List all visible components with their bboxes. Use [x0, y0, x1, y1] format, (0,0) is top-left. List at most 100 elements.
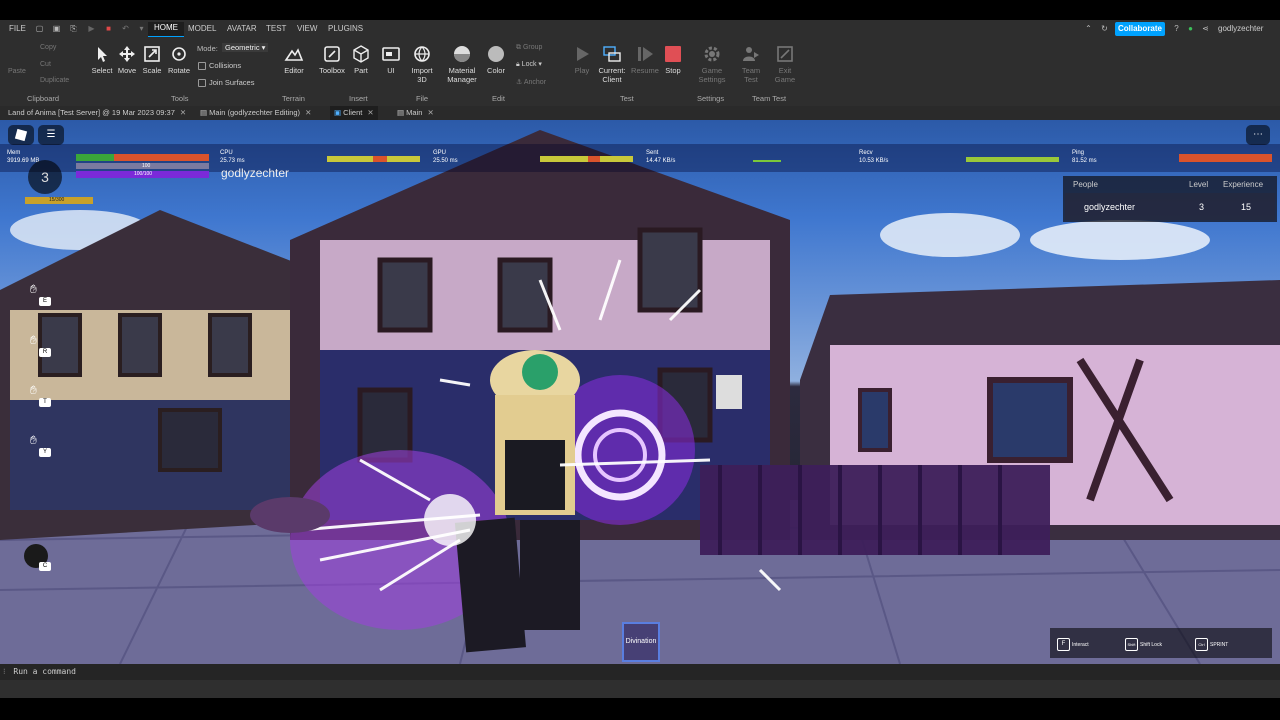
close-icon[interactable]: ✕	[180, 108, 186, 117]
scale-icon	[144, 46, 160, 62]
close-icon[interactable]: ✕	[305, 108, 311, 117]
tab-test-server[interactable]: Land of Anima [Test Server] @ 19 Mar 202…	[4, 106, 190, 120]
exit-game-button[interactable]: Exit Game	[770, 44, 800, 84]
close-icon[interactable]: ✕	[427, 108, 433, 117]
duplicate-button[interactable]: Duplicate	[40, 77, 69, 84]
file-menu[interactable]: FILE	[9, 24, 26, 33]
ellipsis-icon: ⋯	[1253, 129, 1263, 140]
lock-button[interactable]: 🔒︎ Lock ▾	[516, 60, 542, 69]
save-icon[interactable]: ▣	[52, 24, 61, 33]
collisions-checkbox[interactable]: Collisions	[198, 61, 241, 71]
close-icon[interactable]: ✕	[367, 108, 373, 117]
more-options-button[interactable]: ⋯	[1246, 125, 1270, 145]
player-row[interactable]: godlyzechter 3 15	[1065, 193, 1275, 220]
help-icon[interactable]: ?	[1172, 24, 1181, 33]
command-input[interactable]: Run a command	[13, 667, 76, 676]
mana-bar: 100	[76, 163, 209, 169]
game-viewport[interactable]: Mem 3919.69 MB CPU 25.73 ms GPU 25.50 ms…	[0, 120, 1280, 664]
terrain-editor-button[interactable]: Editor	[280, 44, 308, 75]
new-file-icon[interactable]: ▢	[35, 24, 44, 33]
share-icon[interactable]: ⋖	[1201, 24, 1210, 33]
join-surfaces-checkbox[interactable]: Join Surfaces	[198, 78, 254, 88]
tab-test[interactable]: TEST	[266, 24, 286, 33]
move-tool[interactable]: Move	[115, 44, 139, 75]
chat-button[interactable]: ☰	[38, 125, 64, 145]
tab-model[interactable]: MODEL	[188, 24, 216, 33]
tab-plugins[interactable]: PLUGINS	[328, 24, 363, 33]
part-button[interactable]: Part	[350, 44, 372, 75]
client-monitor-icon	[603, 46, 621, 62]
ability-key-t[interactable]: T	[39, 398, 51, 407]
more-icon[interactable]: ▾	[137, 24, 146, 33]
stop-small-icon[interactable]: ■	[104, 24, 113, 33]
copy-button[interactable]: Copy	[40, 44, 56, 51]
command-bar[interactable]: ⁝ Run a command	[0, 664, 1280, 680]
team-test-icon	[743, 47, 759, 61]
tab-view[interactable]: VIEW	[297, 24, 317, 33]
ability-t-icon: ✋︎	[30, 383, 37, 397]
username-label[interactable]: godlyzechter	[1218, 24, 1263, 33]
ability-y-icon: ✋︎	[30, 433, 37, 447]
roblox-logo-icon	[14, 128, 28, 142]
tab-home[interactable]: HOME	[148, 22, 184, 37]
script-icon: ▤	[397, 108, 407, 117]
scale-tool[interactable]: Scale	[140, 44, 164, 75]
stop-button[interactable]: Stop	[661, 44, 685, 75]
collaborate-button[interactable]: Collaborate	[1115, 22, 1165, 36]
color-button[interactable]: Color	[484, 44, 508, 75]
ability-e-icon: ✋︎	[30, 282, 37, 296]
recv-graph	[966, 157, 1059, 162]
toolbox-button[interactable]: Toolbox	[316, 44, 348, 75]
recv-label: Recv	[859, 150, 873, 156]
ability-key-r[interactable]: R	[39, 348, 51, 357]
undo-icon[interactable]: ↶	[121, 24, 130, 33]
cut-button[interactable]: Cut	[40, 61, 51, 68]
publish-icon[interactable]: ⎘	[69, 24, 78, 33]
material-manager-button[interactable]: Material Manager	[444, 44, 480, 84]
letterbox-bottom	[0, 698, 1280, 720]
team-test-button[interactable]: Team Test	[736, 44, 766, 84]
tab-main-editing[interactable]: ▤ Main (godlyzechter Editing) ✕	[196, 106, 315, 120]
status-bar	[0, 680, 1280, 698]
gpu-value: 25.50 ms	[433, 158, 458, 164]
group-button[interactable]: ⧉ Group	[516, 44, 542, 52]
ui-button[interactable]: UI	[380, 44, 402, 75]
cpu-graph-spike	[373, 156, 387, 162]
ping-value: 81.52 ms	[1072, 158, 1097, 164]
refresh-icon[interactable]: ↻	[1100, 24, 1109, 33]
stamina-bar: 100/100	[76, 171, 209, 178]
collapse-ribbon-icon[interactable]: ⌃	[1084, 24, 1093, 33]
play-icon	[577, 47, 589, 61]
play-button[interactable]: Play	[570, 44, 594, 75]
ability-key-c[interactable]: C	[39, 562, 51, 571]
select-tool[interactable]: Select	[90, 44, 114, 75]
sprint-hint[interactable]: Ctrl SPRINT	[1195, 638, 1228, 651]
anchor-button[interactable]: ⚓︎ Anchor	[516, 78, 546, 86]
sent-graph	[753, 160, 781, 162]
part-cube-icon	[353, 45, 369, 63]
current-client-button[interactable]: Current: Client	[596, 44, 628, 84]
import-3d-button[interactable]: Import 3D	[408, 44, 436, 84]
shift-lock-hint[interactable]: Shift Shift Lock	[1125, 638, 1162, 651]
experience-header: Experience	[1223, 180, 1264, 189]
ability-key-y[interactable]: Y	[39, 448, 51, 457]
interact-hint[interactable]: F Interact	[1057, 638, 1089, 651]
group-label-file: File	[416, 94, 429, 103]
paste-button[interactable]: Paste	[8, 68, 26, 75]
ability-key-e[interactable]: E	[39, 297, 51, 306]
play-small-icon[interactable]: ▶	[87, 24, 96, 33]
ui-icon	[382, 47, 400, 61]
gear-icon	[704, 46, 720, 62]
game-settings-button[interactable]: Game Settings	[696, 44, 728, 84]
player-name: godlyzechter	[221, 166, 290, 180]
tab-avatar[interactable]: AVATAR	[227, 24, 257, 33]
tab-client[interactable]: ▣ Client ✕	[330, 106, 378, 120]
group-label-test: Test	[620, 94, 634, 103]
resume-button[interactable]: Resume	[630, 44, 660, 75]
mode-dropdown[interactable]: Geometric ▾	[222, 43, 269, 52]
select-cursor-icon	[98, 47, 107, 62]
roblox-menu-button[interactable]	[8, 125, 34, 145]
tab-main[interactable]: ▤ Main ✕	[393, 106, 438, 120]
rotate-tool[interactable]: Rotate	[166, 44, 192, 75]
hotbar-slot-divination[interactable]: Divination	[622, 622, 660, 662]
